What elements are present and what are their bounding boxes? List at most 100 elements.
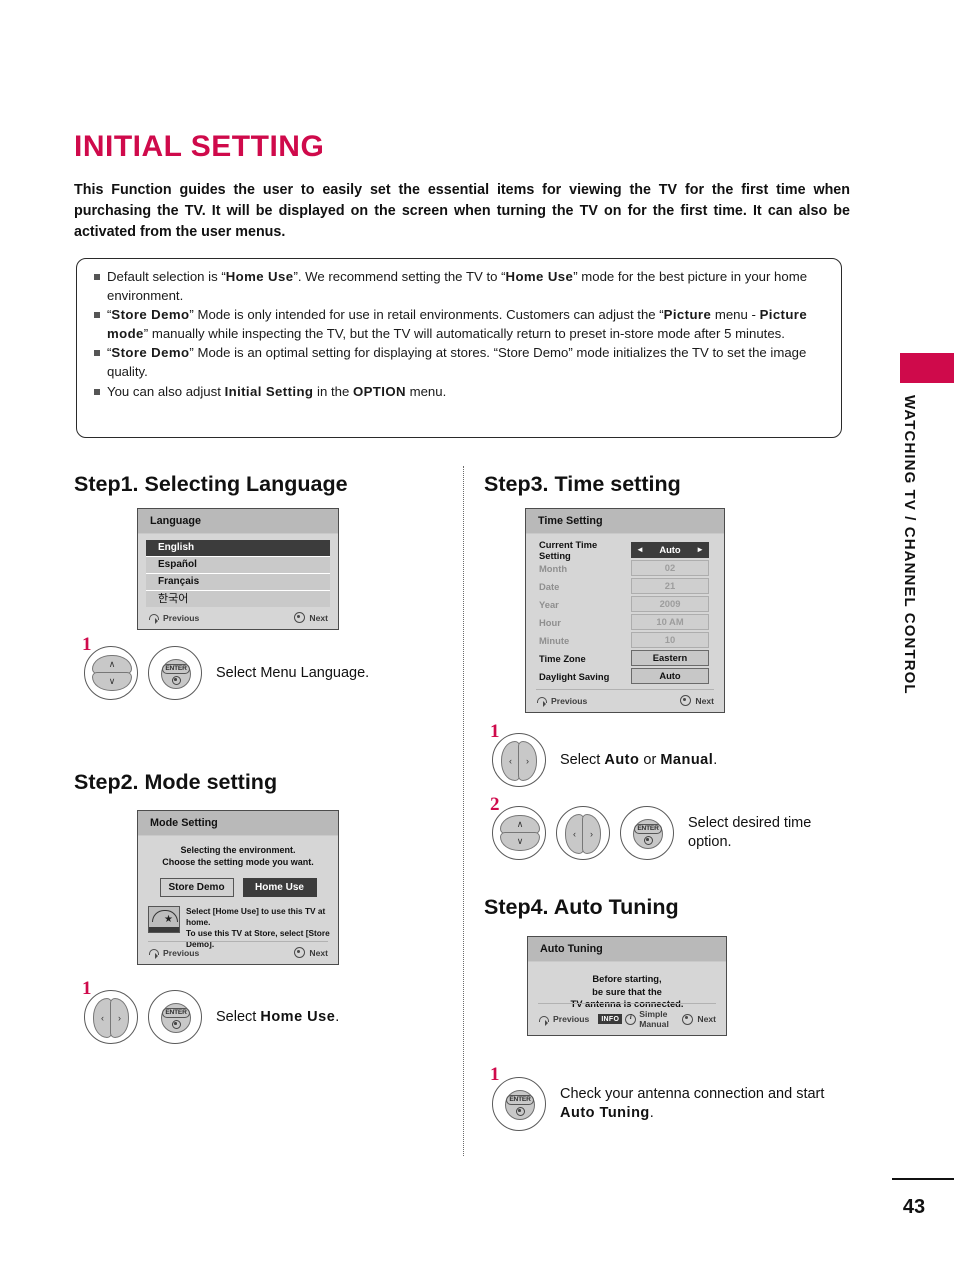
enter-key[interactable]: ENTER — [148, 990, 202, 1044]
right-arrow-icon[interactable]: › — [518, 741, 537, 781]
footer-next[interactable]: Next — [294, 612, 328, 623]
step4-caption: Check your antenna connection and start … — [560, 1085, 824, 1123]
energy-star-logo-icon: ★ — [148, 906, 180, 933]
row-value[interactable]: 10 AM — [631, 614, 709, 630]
row-value-text: Auto — [659, 544, 681, 555]
enter-key-inner: ENTER — [633, 819, 663, 849]
row-value[interactable]: ◄ Auto ► — [631, 542, 709, 558]
note-item: Default selection is “Home Use”. We reco… — [91, 268, 827, 305]
language-option-espanol[interactable]: Español — [146, 557, 330, 574]
step4-caption-line2: Auto Tuning. — [560, 1105, 654, 1121]
footer-previous[interactable]: Previous — [538, 1014, 590, 1026]
down-arrow-icon[interactable]: ∨ — [500, 832, 540, 851]
footer-next-label: Next — [695, 695, 714, 706]
table-row: Month 02 — [539, 559, 714, 577]
row-value[interactable]: 2009 — [631, 596, 709, 612]
info-circle-icon — [625, 1012, 637, 1025]
footer-next[interactable]: Next — [294, 947, 328, 958]
step1-key-group: ∧ ∨ ENTER Select Menu Language. — [84, 646, 369, 700]
step4-caption-line1: Check your antenna connection and start — [560, 1086, 825, 1102]
osd-footer: Previous Next — [148, 941, 328, 959]
enter-key-inner: ENTER — [161, 659, 191, 689]
footer-previous[interactable]: Previous — [148, 947, 200, 959]
home-use-button[interactable]: Home Use — [242, 878, 317, 897]
enter-key[interactable]: ENTER — [620, 806, 674, 860]
intro-paragraph: This Function guides the user to easily … — [74, 182, 850, 240]
leftright-key[interactable]: ‹ › — [556, 806, 610, 860]
footer-previous-label: Previous — [163, 947, 200, 958]
row-label: Daylight Saving — [539, 670, 610, 682]
footer-previous[interactable]: Previous — [536, 695, 588, 707]
enter-key-label: ENTER — [634, 823, 662, 834]
right-arrow-icon[interactable]: › — [582, 814, 601, 854]
osd-footer: Previous Next — [536, 689, 714, 707]
step3-caption-1: Select Auto or Manual. — [560, 751, 718, 768]
store-demo-button[interactable]: Store Demo — [159, 878, 234, 897]
side-tab-label: WATCHING TV / CHANNEL CONTROL — [901, 395, 918, 695]
ok-button-icon — [682, 1013, 694, 1025]
back-arrow-icon — [148, 948, 159, 959]
language-option-korean[interactable]: 한국어 — [146, 591, 330, 607]
mode-buttons: Store Demo Home Use — [138, 878, 338, 897]
osd-auto-tuning: Auto Tuning Before starting, be sure tha… — [527, 936, 727, 1036]
language-option-francais[interactable]: Français — [146, 574, 330, 591]
enter-dot-icon — [171, 1019, 181, 1029]
footer-previous-label: Previous — [551, 695, 588, 706]
table-row: Time Zone Eastern — [539, 649, 714, 667]
footer-next[interactable]: Next — [682, 1013, 716, 1025]
footer-previous[interactable]: Previous — [148, 613, 199, 624]
row-value[interactable]: Auto — [631, 668, 709, 684]
footer-next[interactable]: Next — [680, 695, 714, 706]
ok-button-icon — [680, 695, 692, 706]
row-label: Minute — [539, 634, 570, 646]
step2-heading: Step2. Mode setting — [74, 770, 278, 794]
page-title: INITIAL SETTING — [74, 130, 325, 163]
step3-caption-2-line1: Select desired time — [688, 815, 812, 831]
osd-title: Language — [138, 509, 338, 534]
bullet-icon — [94, 274, 100, 280]
leftright-key[interactable]: ‹ › — [84, 990, 138, 1044]
language-option-english[interactable]: English — [146, 540, 330, 557]
row-label: Hour — [539, 616, 561, 628]
mode-note-line1: Select [Home Use] to use this TV at home… — [186, 906, 326, 927]
table-row: Hour 10 AM — [539, 613, 714, 631]
osd-time-setting: Time Setting Current Time Setting ◄ Auto… — [525, 508, 725, 713]
enter-key-label: ENTER — [506, 1094, 534, 1105]
row-label: Year — [539, 598, 559, 610]
language-list: English Español Français 한국어 — [138, 534, 338, 607]
page-number-rule — [892, 1178, 954, 1180]
back-arrow-icon — [538, 1015, 549, 1026]
page-number: 43 — [902, 1196, 926, 1218]
footer-simple-manual[interactable]: INFO Simple Manual — [598, 1009, 682, 1029]
leftright-key[interactable]: ‹ › — [492, 733, 546, 787]
table-row: Minute 10 — [539, 631, 714, 649]
updown-key[interactable]: ∧ ∨ — [492, 806, 546, 860]
row-value[interactable]: 21 — [631, 578, 709, 594]
note-item: You can also adjust Initial Setting in t… — [91, 383, 827, 402]
footer-previous-label: Previous — [553, 1014, 590, 1024]
back-arrow-icon — [148, 613, 159, 624]
step2-key-group: ‹ › ENTER Select Home Use. — [84, 990, 339, 1044]
row-value[interactable]: 02 — [631, 560, 709, 576]
osd-language-menu: Language English Español Français 한국어 Pr… — [137, 508, 339, 630]
table-row: Year 2009 — [539, 595, 714, 613]
info-badge-icon: INFO — [598, 1014, 623, 1024]
down-arrow-icon[interactable]: ∨ — [92, 672, 132, 691]
enter-key[interactable]: ENTER — [148, 646, 202, 700]
mode-desc-line2: Choose the setting mode you want. — [162, 857, 314, 867]
enter-key[interactable]: ENTER — [492, 1077, 546, 1131]
osd-footer: Previous INFO Simple Manual Next — [538, 1003, 716, 1029]
row-label: Current Time Setting — [539, 539, 598, 561]
star-icon: ★ — [164, 914, 173, 925]
enter-key-inner: ENTER — [161, 1003, 191, 1033]
note-text: You can also adjust Initial Setting in t… — [107, 383, 447, 399]
mode-description: Selecting the environment. Choose the se… — [138, 836, 338, 868]
step2-caption: Select Home Use. — [216, 1008, 340, 1025]
note-text: Default selection is “Home Use”. We reco… — [107, 269, 808, 303]
side-tab-marker — [900, 353, 954, 383]
row-value[interactable]: 10 — [631, 632, 709, 648]
step3-key-group-2: ∧ ∨ ‹ › ENTER Select desired time option… — [492, 806, 811, 860]
right-arrow-icon[interactable]: › — [110, 998, 129, 1038]
updown-key[interactable]: ∧ ∨ — [84, 646, 138, 700]
row-value[interactable]: Eastern — [631, 650, 709, 666]
